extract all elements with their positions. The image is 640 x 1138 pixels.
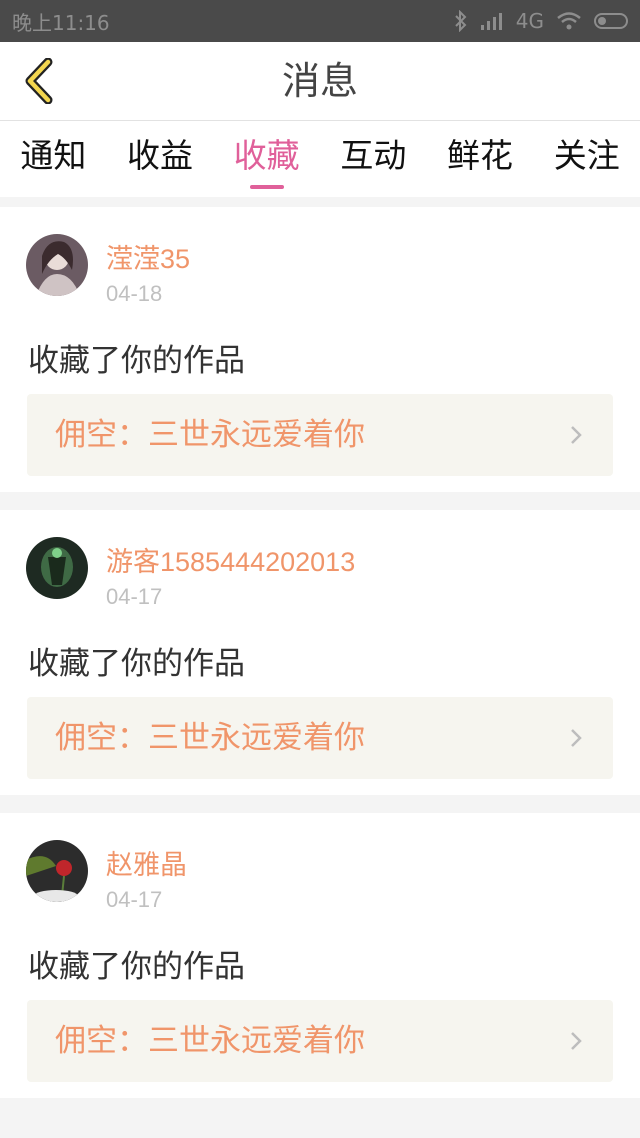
tab-earnings[interactable]: 收益: [107, 121, 214, 197]
message-card: 滢滢35 04-18 收藏了你的作品 佣空：三世永远爱着你: [0, 207, 640, 492]
message-date: 04-18: [106, 281, 163, 306]
chevron-right-icon: [571, 729, 582, 747]
bluetooth-icon: [455, 10, 467, 32]
signal-icon: [480, 13, 502, 30]
message-card: 游客1585444202013 04-17 收藏了你的作品 佣空：三世永远爱着你: [0, 510, 640, 795]
avatar[interactable]: [26, 234, 88, 296]
wifi-icon: [557, 12, 581, 30]
network-type: 4G: [515, 9, 544, 33]
status-bar: 晚上11:16 4G: [0, 0, 640, 42]
back-arrow-icon: [25, 58, 53, 104]
action-text: 收藏了你的作品: [28, 343, 245, 379]
username[interactable]: 游客1585444202013: [106, 540, 355, 579]
username[interactable]: 滢滢35: [106, 237, 190, 276]
message-date: 04-17: [106, 584, 163, 609]
tab-interactions[interactable]: 互动: [320, 121, 427, 197]
work-link[interactable]: 佣空：三世永远爱着你: [27, 697, 613, 779]
avatar[interactable]: [26, 840, 88, 902]
work-title: 佣空：三世永远爱着你: [55, 1023, 365, 1059]
page-title: 消息: [281, 59, 358, 103]
status-time: 晚上11:16: [12, 10, 110, 35]
tab-following[interactable]: 关注: [533, 121, 640, 197]
tab-notifications[interactable]: 通知: [0, 121, 107, 197]
tab-favorites[interactable]: 收藏: [213, 121, 320, 197]
work-link[interactable]: 佣空：三世永远爱着你: [27, 1000, 613, 1082]
chevron-right-icon: [571, 1032, 582, 1050]
work-link[interactable]: 佣空：三世永远爱着你: [27, 394, 613, 476]
back-button[interactable]: [12, 54, 64, 108]
battery-icon: [594, 13, 628, 29]
action-text: 收藏了你的作品: [28, 949, 245, 985]
chevron-right-icon: [571, 426, 582, 444]
message-card: 赵雅晶 04-17 收藏了你的作品 佣空：三世永远爱着你: [0, 813, 640, 1098]
work-title: 佣空：三世永远爱着你: [55, 720, 365, 756]
work-title: 佣空：三世永远爱着你: [55, 417, 365, 453]
app-header: 消息: [0, 42, 640, 121]
tab-flowers[interactable]: 鲜花: [427, 121, 534, 197]
tab-bar: 通知 收益 收藏 互动 鲜花 关注: [0, 121, 640, 197]
action-text: 收藏了你的作品: [28, 646, 245, 682]
status-icons: 4G: [454, 9, 628, 33]
username[interactable]: 赵雅晶: [106, 843, 187, 882]
message-date: 04-17: [106, 887, 163, 912]
avatar[interactable]: [26, 537, 88, 599]
